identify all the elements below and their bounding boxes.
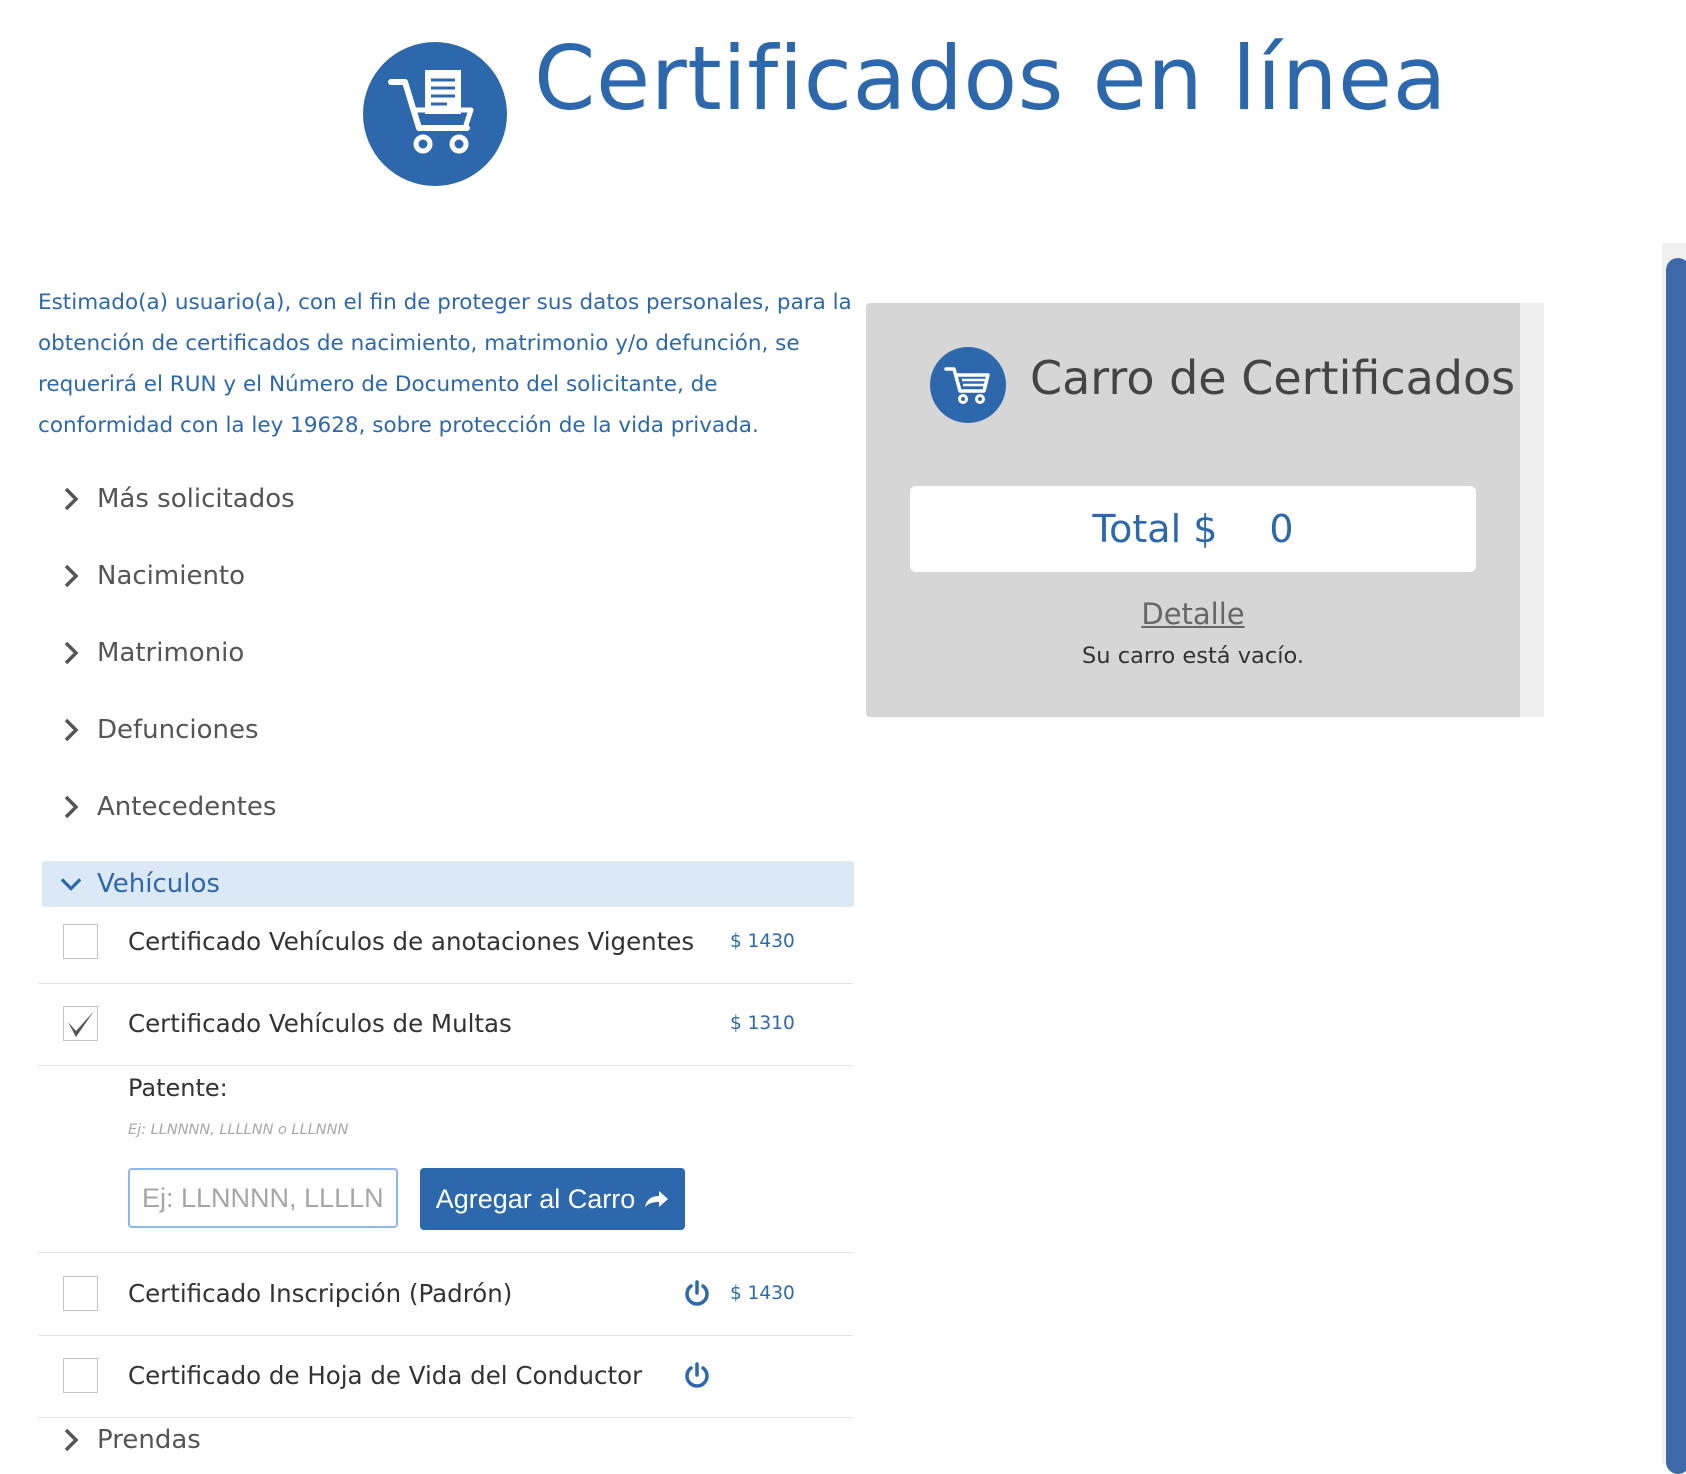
checkmark-icon xyxy=(68,1011,94,1037)
certificate-label: Certificado de Hoja de Vida del Conducto… xyxy=(128,1361,643,1390)
power-icon[interactable] xyxy=(683,1280,711,1308)
patente-input[interactable] xyxy=(128,1168,398,1228)
certificate-row: Certificado Vehículos de Multas $ 1310 xyxy=(38,983,853,1066)
certificate-checkbox[interactable] xyxy=(63,1358,98,1393)
chevron-right-icon xyxy=(60,795,82,819)
certificate-label: Certificado Vehículos de anotaciones Vig… xyxy=(128,927,695,956)
accordion-label: Vehículos xyxy=(97,869,220,899)
certificates-cart-logo xyxy=(363,42,507,186)
accordion-nacimiento[interactable]: Nacimiento xyxy=(42,553,854,599)
certificate-label: Certificado Vehículos de Multas xyxy=(128,1009,512,1038)
cart-empty-message: Su carro está vacío. xyxy=(1082,643,1304,669)
accordion-defunciones[interactable]: Defunciones xyxy=(42,707,854,753)
certificate-checkbox-checked[interactable] xyxy=(63,1006,98,1041)
chevron-right-icon xyxy=(60,1428,82,1452)
accordion-label: Nacimiento xyxy=(97,561,246,591)
cart-title: Carro de Certificados xyxy=(1030,351,1516,405)
cart-panel-edge xyxy=(1520,303,1544,717)
page-title: Certificados en línea xyxy=(534,27,1448,130)
chevron-right-icon xyxy=(60,564,82,588)
certificate-row: Certificado Inscripción (Padrón) $ 1430 xyxy=(38,1253,853,1336)
accordion-matrimonio[interactable]: Matrimonio xyxy=(42,630,854,676)
total-label: Total $ xyxy=(1092,507,1218,551)
chevron-right-icon xyxy=(60,487,82,511)
certificate-price: $ 1430 xyxy=(730,931,795,952)
chevron-down-icon xyxy=(60,873,82,895)
patente-label: Patente: xyxy=(128,1074,228,1102)
accordion-label: Matrimonio xyxy=(97,638,245,668)
accordion-mas-solicitados[interactable]: Más solicitados xyxy=(42,476,854,522)
cart-detail-link[interactable]: Detalle xyxy=(866,597,1520,631)
certificate-checkbox[interactable] xyxy=(63,1276,98,1311)
certificate-price: $ 1310 xyxy=(730,1013,795,1034)
accordion-label: Prendas xyxy=(97,1425,201,1455)
certificate-row: Certificado Vehículos de anotaciones Vig… xyxy=(38,901,853,984)
add-to-cart-button[interactable]: Agregar al Carro xyxy=(420,1168,685,1230)
shopping-cart-document-icon xyxy=(388,70,474,154)
accordion-label: Antecedentes xyxy=(97,792,277,822)
patente-hint: Ej: LLNNNN, LLLLNN o LLLNNN xyxy=(128,1122,349,1138)
privacy-notice: Estimado(a) usuario(a), con el fin de pr… xyxy=(38,290,852,438)
cart-total: Total $ 0 xyxy=(910,486,1476,572)
scrollbar-thumb[interactable] xyxy=(1666,258,1686,1474)
accordion-prendas[interactable]: Prendas xyxy=(42,1417,854,1463)
certificate-price: $ 1430 xyxy=(730,1283,795,1304)
patente-form: Patente: Ej: LLNNNN, LLLLNN o LLLNNN Agr… xyxy=(38,1066,853,1253)
certificate-label: Certificado Inscripción (Padrón) xyxy=(128,1279,513,1308)
total-value: 0 xyxy=(1269,507,1294,551)
certificate-row: Certificado de Hoja de Vida del Conducto… xyxy=(38,1335,853,1418)
accordion-label: Defunciones xyxy=(97,715,259,745)
share-arrow-icon xyxy=(645,1191,669,1207)
chevron-right-icon xyxy=(60,718,82,742)
power-icon[interactable] xyxy=(683,1362,711,1390)
shopping-cart-icon xyxy=(930,347,1006,423)
cart-panel: Carro de Certificados Total $ 0 Detalle … xyxy=(866,303,1520,717)
chevron-right-icon xyxy=(60,641,82,665)
accordion-antecedentes[interactable]: Antecedentes xyxy=(42,784,854,830)
certificate-checkbox[interactable] xyxy=(63,924,98,959)
accordion-label: Más solicitados xyxy=(97,484,295,514)
add-to-cart-label: Agregar al Carro xyxy=(435,1183,636,1214)
